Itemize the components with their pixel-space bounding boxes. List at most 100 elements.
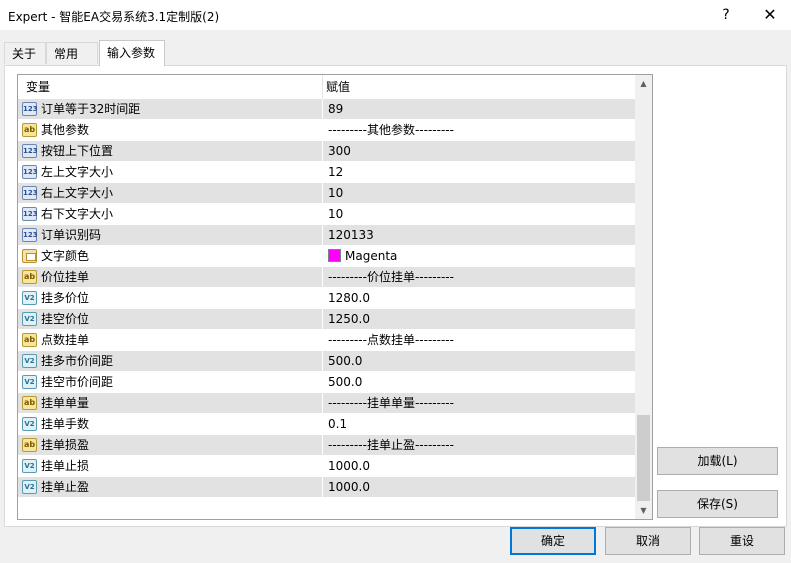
string-icon: ab — [22, 396, 37, 410]
param-name: 挂单损盈 — [41, 438, 90, 452]
column-header-variable[interactable]: 变量 — [26, 75, 50, 99]
tab-about[interactable]: 关于 — [4, 42, 46, 64]
param-value-cell[interactable]: 1000.0 — [324, 456, 628, 476]
close-button[interactable]: ✕ — [748, 0, 791, 30]
table-row[interactable]: V2 挂空价位 1250.0 — [18, 309, 635, 330]
window-title: Expert - 智能EA交易系统3.1定制版(2) — [8, 10, 220, 24]
param-name: 右上文字大小 — [41, 186, 114, 200]
param-value: 89 — [328, 102, 344, 116]
param-value: 1000.0 — [328, 480, 370, 494]
cell-divider — [322, 393, 323, 414]
param-name-cell: V2 挂单止盈 — [20, 477, 320, 497]
tab-inputs[interactable]: 输入参数 — [99, 40, 165, 66]
param-value-cell[interactable]: 10 — [324, 204, 628, 224]
cell-divider — [322, 162, 323, 183]
cell-divider — [322, 330, 323, 351]
string-icon: ab — [22, 270, 37, 284]
param-value-cell[interactable]: 1250.0 — [324, 309, 628, 329]
tab-common[interactable]: 常用 — [46, 42, 98, 64]
int-icon: 123 — [22, 207, 38, 221]
param-value-cell[interactable]: 500.0 — [324, 372, 628, 392]
parameter-grid: 变量 赋值 123 订单等于32时间距 89 ab 其他参数 ---------其他参数-… — [17, 74, 653, 520]
scroll-up-arrow-icon[interactable]: ▲ — [635, 75, 652, 92]
param-value-cell[interactable]: 120133 — [324, 225, 628, 245]
param-name-cell: V2 挂空价位 — [20, 309, 320, 329]
table-row[interactable]: V2 挂多市价间距 500.0 — [18, 351, 635, 372]
cell-divider — [322, 288, 323, 309]
param-name-cell: ab 价位挂单 — [20, 267, 320, 287]
color-icon — [22, 249, 37, 263]
table-row[interactable]: ab 其他参数 ---------其他参数--------- — [18, 120, 635, 141]
table-row[interactable]: V2 挂单止损 1000.0 — [18, 456, 635, 477]
table-row[interactable]: ab 挂单单量 ---------挂单单量--------- — [18, 393, 635, 414]
param-name: 挂单单量 — [41, 396, 90, 410]
double-icon: V2 — [22, 417, 37, 431]
string-icon: ab — [22, 438, 37, 452]
param-value: 500.0 — [328, 354, 363, 368]
param-name-cell: V2 挂空市价间距 — [20, 372, 320, 392]
table-row[interactable]: V2 挂单止盈 1000.0 — [18, 477, 635, 498]
param-value: 500.0 — [328, 375, 363, 389]
param-name-cell: 123 左上文字大小 — [20, 162, 320, 182]
param-name: 其他参数 — [41, 123, 90, 137]
table-row[interactable]: 123 右下文字大小 10 — [18, 204, 635, 225]
table-row[interactable]: ab 价位挂单 ---------价位挂单--------- — [18, 267, 635, 288]
param-name-cell: ab 挂单单量 — [20, 393, 320, 413]
param-name-cell: V2 挂单手数 — [20, 414, 320, 434]
table-row[interactable]: V2 挂单手数 0.1 — [18, 414, 635, 435]
scroll-thumb[interactable] — [637, 415, 650, 501]
cell-divider — [322, 120, 323, 141]
param-value-cell[interactable]: 89 — [324, 99, 628, 119]
table-row[interactable]: V2 挂多价位 1280.0 — [18, 288, 635, 309]
cell-divider — [322, 225, 323, 246]
param-value-cell[interactable]: 1280.0 — [324, 288, 628, 308]
save-button[interactable]: 保存(S) — [657, 490, 778, 518]
double-icon: V2 — [22, 459, 37, 473]
table-row[interactable]: 123 左上文字大小 12 — [18, 162, 635, 183]
table-row[interactable]: ab 点数挂单 ---------点数挂单--------- — [18, 330, 635, 351]
param-value: ---------价位挂单--------- — [328, 270, 454, 284]
param-value-cell[interactable]: 300 — [324, 141, 628, 161]
param-value-cell[interactable]: 1000.0 — [324, 477, 628, 497]
load-button[interactable]: 加载(L) — [657, 447, 778, 475]
table-row[interactable]: V2 挂空市价间距 500.0 — [18, 372, 635, 393]
table-row[interactable]: 123 订单等于32时间距 89 — [18, 99, 635, 120]
help-button[interactable]: ? — [704, 0, 748, 30]
param-name-cell: ab 点数挂单 — [20, 330, 320, 350]
param-name-cell: 文字颜色 — [20, 246, 320, 266]
vertical-scrollbar[interactable]: ▲ ▼ — [635, 75, 652, 519]
param-name-cell: 123 按钮上下位置 — [20, 141, 320, 161]
table-row[interactable]: 123 按钮上下位置 300 — [18, 141, 635, 162]
param-name: 挂空市价间距 — [41, 375, 114, 389]
table-row[interactable]: 123 订单识别码 120133 — [18, 225, 635, 246]
cell-divider — [322, 204, 323, 225]
reset-button[interactable]: 重设 — [699, 527, 785, 555]
param-name: 按钮上下位置 — [41, 144, 114, 158]
cancel-button[interactable]: 取消 — [605, 527, 691, 555]
double-icon: V2 — [22, 312, 37, 326]
param-value-cell[interactable]: 0.1 — [324, 414, 628, 434]
param-name-cell: 123 右下文字大小 — [20, 204, 320, 224]
cell-divider — [322, 456, 323, 477]
table-row[interactable]: 123 右上文字大小 10 — [18, 183, 635, 204]
ok-button[interactable]: 确定 — [510, 527, 596, 555]
param-value-cell[interactable]: ---------挂单止盈--------- — [324, 435, 628, 455]
param-value-cell[interactable]: ---------挂单单量--------- — [324, 393, 628, 413]
param-value-cell[interactable]: ---------其他参数--------- — [324, 120, 628, 140]
table-row[interactable]: 文字颜色 Magenta — [18, 246, 635, 267]
double-icon: V2 — [22, 375, 37, 389]
param-name: 订单识别码 — [41, 228, 102, 242]
param-name: 点数挂单 — [41, 333, 90, 347]
param-value-cell[interactable]: 500.0 — [324, 351, 628, 371]
column-header-value[interactable]: 赋值 — [326, 75, 350, 99]
param-value-cell[interactable]: ---------点数挂单--------- — [324, 330, 628, 350]
param-name: 文字颜色 — [41, 249, 90, 263]
scroll-down-arrow-icon[interactable]: ▼ — [635, 502, 652, 519]
param-value-cell[interactable]: Magenta — [324, 246, 628, 266]
int-icon: 123 — [22, 228, 38, 242]
param-value-cell[interactable]: 10 — [324, 183, 628, 203]
param-value-cell[interactable]: ---------价位挂单--------- — [324, 267, 628, 287]
column-divider[interactable] — [322, 75, 323, 99]
param-value-cell[interactable]: 12 — [324, 162, 628, 182]
table-row[interactable]: ab 挂单损盈 ---------挂单止盈--------- — [18, 435, 635, 456]
